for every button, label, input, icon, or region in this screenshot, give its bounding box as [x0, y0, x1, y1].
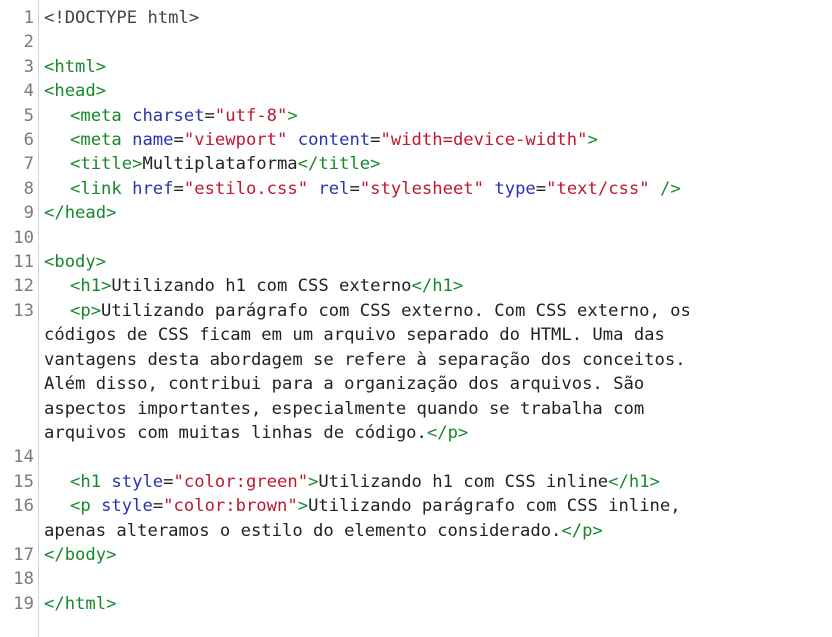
- code-line-11[interactable]: 11 <body>: [0, 250, 832, 274]
- line-number: 6: [23, 130, 34, 151]
- paragraph-text: arquivos com muitas linhas de código.: [44, 422, 427, 443]
- p-close-tag: </p>: [561, 520, 603, 541]
- code-line-9[interactable]: 9 </head>: [0, 201, 832, 225]
- attr-style: style: [101, 496, 153, 517]
- paragraph-text: Utilizando parágrafo com CSS externo. Co…: [101, 300, 691, 321]
- attr-content: content: [297, 130, 371, 151]
- attr-name: name: [132, 130, 174, 151]
- gutter-divider: [38, 0, 39, 637]
- line-number: 9: [23, 203, 34, 224]
- code-line-5[interactable]: 5 <meta charset="utf-8">: [0, 104, 832, 128]
- body-close-tag: </body>: [44, 544, 117, 565]
- code-line-4[interactable]: 4 <head>: [0, 79, 832, 103]
- line-number: 8: [23, 178, 34, 199]
- attr-style: style: [111, 471, 164, 492]
- p-open-tag: <p>: [70, 300, 102, 321]
- value-text-css: "text/css": [546, 178, 650, 199]
- line-number: 12: [13, 276, 34, 297]
- body-open-tag: <body>: [44, 252, 107, 273]
- attr-href: href: [132, 178, 174, 199]
- line-number: 2: [23, 32, 34, 53]
- meta-tag-open: <meta: [70, 130, 122, 151]
- p-open-tag: <p: [70, 496, 91, 517]
- title-close-tag: </title>: [297, 154, 381, 175]
- code-line-13-wrap-4[interactable]: aspectos importantes, especialmente quan…: [0, 397, 832, 421]
- line-number: 7: [23, 154, 34, 175]
- h1-close-tag: </h1>: [411, 276, 464, 297]
- paragraph-text: aspectos importantes, especialmente quan…: [44, 398, 645, 419]
- value-viewport: "viewport": [183, 130, 288, 151]
- attr-type: type: [494, 178, 536, 199]
- code-line-10[interactable]: 10: [0, 226, 832, 250]
- code-line-14[interactable]: 14: [0, 445, 832, 469]
- html-open-tag: <html>: [44, 56, 107, 77]
- line-number: 14: [13, 447, 34, 468]
- head-open-tag: <head>: [44, 81, 107, 102]
- value-utf8: "utf-8": [214, 105, 288, 126]
- line-number: 5: [23, 105, 34, 126]
- line-number: 3: [23, 56, 34, 77]
- attr-charset: charset: [132, 105, 205, 126]
- paragraph-inline-text: apenas alteramos o estilo do elemento co…: [44, 520, 562, 541]
- code-line-1[interactable]: 1 <!DOCTYPE html>: [0, 6, 832, 30]
- line-number: 13: [13, 300, 34, 321]
- title-text: Multiplataforma: [142, 154, 298, 175]
- value-device-width: "width=device-width": [380, 130, 588, 151]
- h1-open-tag: <h1: [70, 471, 102, 492]
- attr-rel: rel: [318, 178, 350, 199]
- value-estilo-css: "estilo.css": [183, 178, 309, 199]
- code-line-13-wrap-2[interactable]: vantagens desta abordagem se refere à se…: [0, 348, 832, 372]
- p-close-tag: </p>: [426, 422, 469, 443]
- paragraph-text: vantagens desta abordagem se refere à se…: [44, 349, 686, 370]
- code-line-6[interactable]: 6 <meta name="viewport" content="width=d…: [0, 128, 832, 152]
- code-line-3[interactable]: 3 <html>: [0, 55, 832, 79]
- head-close-tag: </head>: [44, 203, 117, 224]
- h1-open-tag: <h1>: [70, 276, 112, 297]
- code-line-2[interactable]: 2: [0, 30, 832, 54]
- code-line-18[interactable]: 18: [0, 567, 832, 591]
- line-number: 11: [13, 252, 34, 273]
- line-number: 16: [13, 496, 34, 517]
- link-tag-open: <link: [70, 178, 122, 199]
- html-close-tag: </html>: [44, 593, 117, 614]
- code-line-13[interactable]: 13 <p>Utilizando parágrafo com CSS exter…: [0, 299, 832, 323]
- h1-close-tag: </h1>: [608, 471, 660, 492]
- line-number: 19: [13, 593, 34, 614]
- code-editor[interactable]: 1 <!DOCTYPE html> 2 3 <html> 4 <head> 5 …: [0, 0, 832, 637]
- code-line-16[interactable]: 16 <p style="color:brown">Utilizando par…: [0, 494, 832, 518]
- value-color-brown: "color:brown": [163, 496, 298, 517]
- code-line-15[interactable]: 15 <h1 style="color:green">Utilizando h1…: [0, 470, 832, 494]
- line-number: 1: [23, 8, 34, 28]
- meta-tag-open: <meta: [70, 105, 122, 126]
- code-line-12[interactable]: 12 <h1>Utilizando h1 com CSS externo</h1…: [0, 274, 832, 298]
- code-line-17[interactable]: 17 </body>: [0, 543, 832, 567]
- code-line-16-wrap-1[interactable]: apenas alteramos o estilo do elemento co…: [0, 519, 832, 543]
- paragraph-inline-text: Utilizando parágrafo com CSS inline,: [308, 496, 681, 517]
- paragraph-text: Além disso, contribui para a organização…: [44, 374, 645, 395]
- value-color-green: "color:green": [173, 471, 309, 492]
- code-line-13-wrap-3[interactable]: Além disso, contribui para a organização…: [0, 372, 832, 396]
- h1-inline-text: Utilizando h1 com CSS inline: [318, 471, 609, 492]
- code-line-19[interactable]: 19 </html>: [0, 592, 832, 616]
- paragraph-text: códigos de CSS ficam em um arquivo separ…: [44, 325, 665, 346]
- line-number: 18: [13, 569, 34, 590]
- line-number: 17: [13, 544, 34, 565]
- line-number: 15: [13, 471, 34, 492]
- code-line-13-wrap-1[interactable]: códigos de CSS ficam em um arquivo separ…: [0, 323, 832, 347]
- h1-text: Utilizando h1 com CSS externo: [111, 276, 412, 297]
- code-line-7[interactable]: 7 <title>Multiplataforma</title>: [0, 152, 832, 176]
- title-open-tag: <title>: [70, 154, 143, 175]
- value-stylesheet: "stylesheet": [359, 178, 485, 199]
- line-number: 10: [13, 227, 34, 248]
- code-line-8[interactable]: 8 <link href="estilo.css" rel="styleshee…: [0, 177, 832, 201]
- doctype-declaration: <!DOCTYPE html>: [44, 8, 200, 28]
- code-line-13-wrap-5[interactable]: arquivos com muitas linhas de código.</p…: [0, 421, 832, 445]
- line-number: 4: [23, 81, 34, 102]
